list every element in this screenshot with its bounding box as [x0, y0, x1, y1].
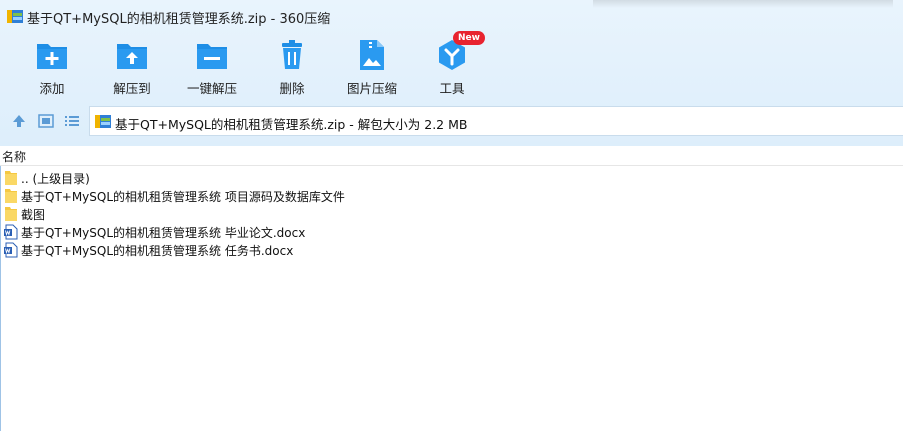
navigation-bar: 基于QT+MySQL的相机租赁管理系统.zip - 解包大小为 2.2 MB	[0, 106, 903, 136]
column-header-name[interactable]: 名称	[0, 146, 903, 166]
list-item-folder[interactable]: 基于QT+MySQL的相机租赁管理系统 项目源码及数据库文件	[0, 187, 903, 205]
trash-icon	[282, 40, 302, 69]
add-label: 添加	[39, 81, 65, 96]
image-compress-label: 图片压缩	[346, 81, 397, 96]
add-button[interactable]: 添加	[12, 36, 92, 98]
one-click-extract-label: 一键解压	[186, 81, 237, 96]
zip-archive-icon	[7, 10, 23, 23]
title-bar[interactable]: 基于QT+MySQL的相机租赁管理系统.zip - 360压缩	[0, 0, 903, 32]
word-document-icon	[4, 224, 18, 240]
file-name: .. (上级目录)	[21, 172, 90, 186]
delete-label: 删除	[279, 81, 305, 96]
tools-label: 工具	[439, 81, 465, 96]
window-title: 基于QT+MySQL的相机租赁管理系统.zip - 360压缩	[27, 12, 331, 27]
delete-button[interactable]: 删除	[252, 36, 332, 98]
zip-archive-icon	[95, 115, 111, 128]
extract-to-button[interactable]: 解压到	[92, 36, 172, 98]
tools-button[interactable]: New 工具	[412, 31, 492, 98]
window-shadow	[593, 0, 893, 8]
folder-icon	[5, 171, 17, 185]
column-header-label: 名称	[2, 150, 27, 164]
toolbar: 添加 解压到 一键解压 删除 图片压缩 New 工具	[0, 31, 903, 98]
address-bar[interactable]: 基于QT+MySQL的相机租赁管理系统.zip - 解包大小为 2.2 MB	[89, 106, 903, 136]
extract-to-label: 解压到	[113, 81, 151, 96]
folder-icon	[5, 189, 17, 203]
extract-to-icon	[117, 44, 147, 69]
new-badge: New	[453, 31, 485, 45]
one-click-extract-button[interactable]: 一键解压	[172, 36, 252, 98]
list-item-folder[interactable]: 截图	[0, 205, 903, 223]
view-thumbnail-icon[interactable]	[37, 112, 55, 130]
folder-icon	[5, 207, 17, 221]
image-compress-button[interactable]: 图片压缩	[332, 36, 412, 98]
file-name: 基于QT+MySQL的相机租赁管理系统 任务书.docx	[21, 244, 294, 258]
app-window: 基于QT+MySQL的相机租赁管理系统.zip - 360压缩 添加 解压到 一…	[0, 0, 903, 431]
file-name: 基于QT+MySQL的相机租赁管理系统 毕业论文.docx	[21, 226, 306, 240]
one-click-extract-icon	[197, 44, 227, 69]
list-item-document[interactable]: 基于QT+MySQL的相机租赁管理系统 毕业论文.docx	[0, 223, 903, 241]
up-arrow-icon[interactable]	[10, 112, 28, 130]
image-compress-icon	[360, 40, 384, 70]
word-document-icon	[4, 242, 18, 258]
file-name: 截图	[21, 208, 46, 222]
address-path: 基于QT+MySQL的相机租赁管理系统.zip - 解包大小为 2.2 MB	[115, 117, 468, 132]
list-item-parent-directory[interactable]: .. (上级目录)	[0, 169, 903, 187]
file-list: .. (上级目录) 基于QT+MySQL的相机租赁管理系统 项目源码及数据库文件…	[0, 169, 903, 259]
file-name: 基于QT+MySQL的相机租赁管理系统 项目源码及数据库文件	[21, 190, 345, 204]
add-folder-icon	[37, 44, 67, 69]
view-list-icon[interactable]	[63, 112, 81, 130]
list-item-document[interactable]: 基于QT+MySQL的相机租赁管理系统 任务书.docx	[0, 241, 903, 259]
